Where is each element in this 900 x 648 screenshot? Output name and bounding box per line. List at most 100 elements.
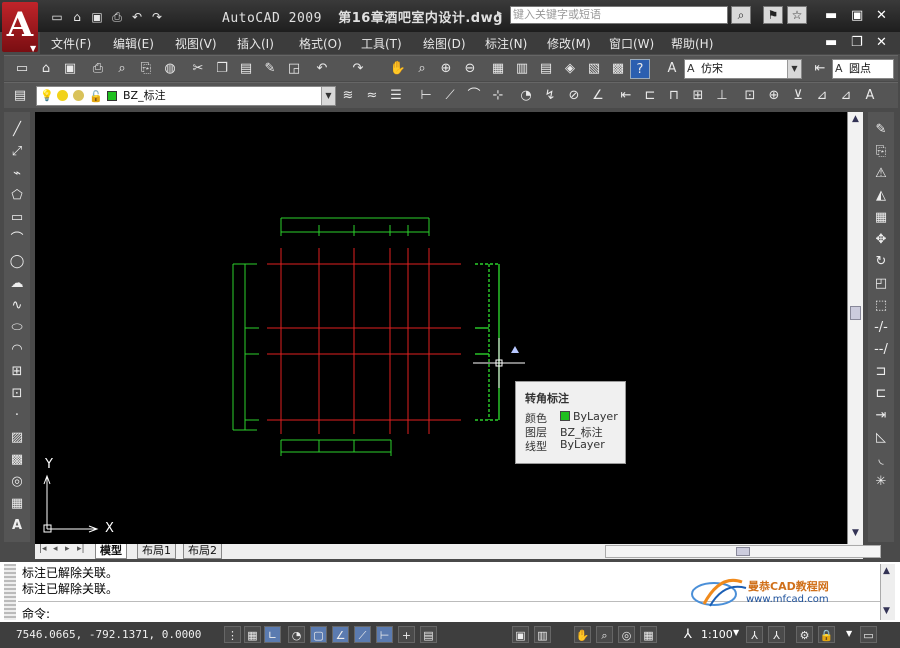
break-at-point-icon[interactable]: ⊐ (871, 362, 891, 382)
scroll-up-icon[interactable]: ▲ (850, 114, 861, 128)
dimension-style-select[interactable]: A 圆点 (832, 59, 894, 79)
close-button[interactable]: ✕ (876, 8, 887, 23)
tab-nav-last-icon[interactable]: ▸| (77, 544, 85, 554)
open-icon[interactable]: ⌂ (36, 59, 56, 79)
doc-restore-button[interactable]: ❐ (851, 35, 863, 50)
dimension-space-icon[interactable]: ⊞ (688, 86, 708, 106)
grid-display-icon[interactable]: ▦ (244, 626, 261, 643)
paste-icon[interactable]: ▤ (236, 59, 256, 79)
hatch-icon[interactable]: ▨ (7, 428, 27, 448)
rotate-icon[interactable]: ↻ (871, 252, 891, 272)
tab-nav-next-icon[interactable]: ▸ (65, 544, 70, 554)
diameter-dimension-icon[interactable]: ⊘ (564, 86, 584, 106)
top-dimension[interactable] (280, 217, 430, 236)
polyline-icon[interactable]: ⌁ (7, 164, 27, 184)
chevron-down-icon[interactable]: ▼ (787, 60, 801, 78)
scroll-up-icon[interactable]: ▲ (883, 566, 890, 576)
minimize-button[interactable]: ▬ (825, 8, 837, 23)
print-icon[interactable]: ⎙ (108, 8, 126, 26)
menu-file[interactable]: 文件(F) (51, 35, 91, 52)
radius-dimension-icon[interactable]: ◔ (516, 86, 536, 106)
tab-model[interactable]: 模型 (95, 544, 127, 559)
mirror-icon[interactable]: ⚠ (871, 164, 891, 184)
search-input[interactable]: 键入关键字或短语 (510, 6, 728, 24)
new-icon[interactable]: ▭ (12, 59, 32, 79)
bottom-dimension[interactable] (280, 439, 392, 456)
search-icon[interactable]: ⌕ (731, 6, 751, 24)
menu-help[interactable]: 帮助(H) (671, 35, 713, 52)
jogged-dimension-icon[interactable]: ↯ (540, 86, 560, 106)
line-icon[interactable]: ╱ (7, 120, 27, 140)
ordinate-dimension-icon[interactable]: ⊹ (488, 86, 508, 106)
menu-draw[interactable]: 绘图(D) (423, 35, 466, 52)
join-icon[interactable]: ⇥ (871, 406, 891, 426)
stretch-icon[interactable]: ⬚ (871, 296, 891, 316)
horizontal-scrollbar[interactable] (605, 545, 881, 558)
extend-icon[interactable]: --/ (871, 340, 891, 360)
insert-block-icon[interactable]: ⊞ (7, 362, 27, 382)
redo-icon[interactable]: ↷ (348, 59, 368, 79)
command-scrollbar[interactable]: ▲ ▼ (880, 564, 895, 620)
calculator-icon[interactable]: ▩ (608, 59, 628, 79)
text-style-select[interactable]: A 仿宋 ▼ (684, 59, 802, 79)
maximize-button[interactable]: ▣ (851, 8, 863, 23)
make-block-icon[interactable]: ⊡ (7, 384, 27, 404)
zoom-previous-icon[interactable]: ⊖ (460, 59, 480, 79)
region-icon[interactable]: ◎ (7, 472, 27, 492)
scroll-thumb[interactable] (850, 306, 861, 320)
drawing-canvas[interactable]: Y X (35, 112, 847, 544)
left-dimension[interactable] (232, 263, 259, 431)
doc-close-button[interactable]: ✕ (876, 35, 887, 50)
dimension-text-edit-icon[interactable]: A (860, 86, 880, 106)
copy-object-icon[interactable]: ⎘ (871, 142, 891, 162)
dimension-edit-icon[interactable]: ⊿ (836, 86, 856, 106)
polar-tracking-icon[interactable]: ◔ (288, 626, 305, 643)
circle-icon[interactable]: ◯ (7, 252, 27, 272)
match-properties-icon[interactable]: ✎ (260, 59, 280, 79)
menu-tools[interactable]: 工具(T) (361, 35, 402, 52)
dimension-style-icon[interactable]: ⇤ (810, 59, 830, 79)
object-snap-tracking-icon[interactable]: ∠ (332, 626, 349, 643)
auto-scale-icon[interactable]: ⅄ (768, 626, 785, 643)
design-center-icon[interactable]: ▥ (512, 59, 532, 79)
scale-icon[interactable]: ◰ (871, 274, 891, 294)
properties-icon[interactable]: ▦ (488, 59, 508, 79)
array-icon[interactable]: ▦ (871, 208, 891, 228)
continue-dimension-icon[interactable]: ⊓ (664, 86, 684, 106)
annotation-scale-value[interactable]: 1:100 (701, 628, 733, 641)
offset-icon[interactable]: ◭ (871, 186, 891, 206)
menu-dimension[interactable]: 标注(N) (485, 35, 527, 52)
construction-line-icon[interactable]: ⤢ (7, 142, 27, 162)
menu-view[interactable]: 视图(V) (175, 35, 217, 52)
revision-cloud-icon[interactable]: ☁ (7, 274, 27, 294)
tolerance-icon[interactable]: ⊡ (740, 86, 760, 106)
layer-states-icon[interactable]: ☰ (386, 86, 406, 106)
steering-wheel-icon[interactable]: ◎ (618, 626, 635, 643)
center-mark-icon[interactable]: ⊕ (764, 86, 784, 106)
layout-quickview-icon[interactable]: ▥ (534, 626, 551, 643)
command-prompt[interactable]: 命令: (22, 605, 50, 622)
tab-layout1[interactable]: 布局1 (137, 544, 176, 559)
block-editor-icon[interactable]: ◲ (284, 59, 304, 79)
undo-icon[interactable]: ↶ (312, 59, 332, 79)
table-icon[interactable]: ▦ (7, 494, 27, 514)
layer-previous-icon[interactable]: ≈ (362, 86, 382, 106)
clean-screen-icon[interactable]: ▭ (860, 626, 877, 643)
title-expand-icon[interactable]: ▸ (497, 8, 502, 19)
snap-mode-icon[interactable]: ⋮ (224, 626, 241, 643)
toolbar-lock-icon[interactable]: 🔒 (818, 626, 835, 643)
break-icon[interactable]: ⊏ (871, 384, 891, 404)
status-menu-icon[interactable]: ▼ (846, 629, 852, 638)
ellipse-arc-icon[interactable]: ◠ (7, 340, 27, 360)
layer-select[interactable]: 💡 🔓 BZ_标注 ▼ (36, 86, 336, 106)
annotation-visibility-icon[interactable]: ⅄ (746, 626, 763, 643)
zoom-status-icon[interactable]: ⌕ (596, 626, 613, 643)
markup-icon[interactable]: ▧ (584, 59, 604, 79)
vertical-scrollbar[interactable]: ▲ ▼ (847, 112, 863, 544)
angular-dimension-icon[interactable]: ∠ (588, 86, 608, 106)
inspection-icon[interactable]: ⊻ (788, 86, 808, 106)
new-file-icon[interactable]: ▭ (48, 8, 66, 26)
gradient-icon[interactable]: ▩ (7, 450, 27, 470)
communication-center-icon[interactable]: ⚑ (763, 6, 783, 24)
layer-manager-icon[interactable]: ▤ (10, 86, 30, 106)
